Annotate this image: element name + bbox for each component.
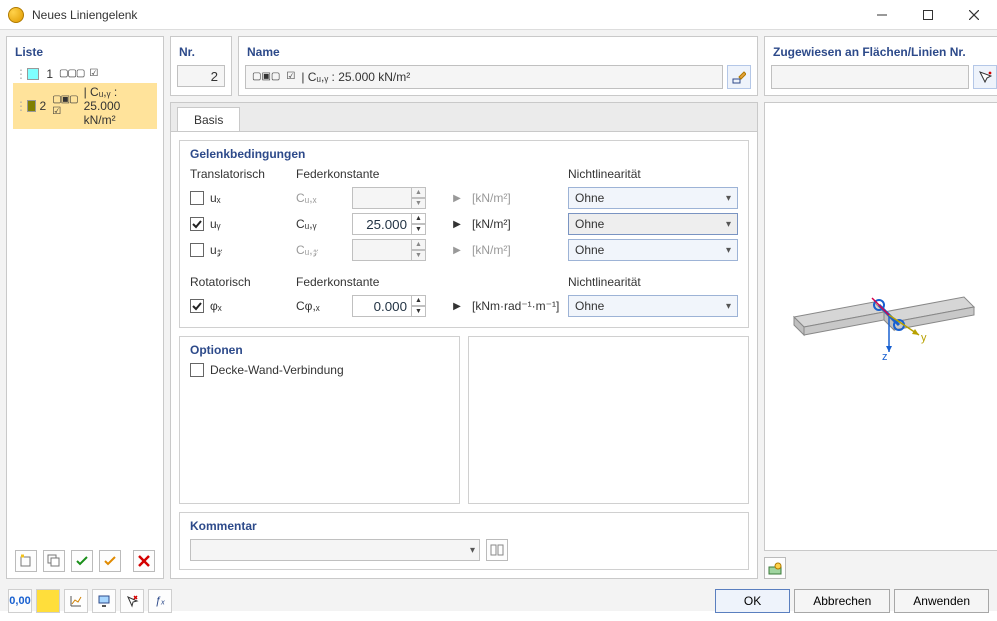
nonlin-header: Nichtlinearität (568, 167, 738, 183)
ux-nonlin-select[interactable]: Ohne▾ (568, 187, 738, 209)
delete-item-button[interactable] (133, 550, 155, 572)
window-maximize[interactable] (905, 0, 951, 30)
highlight-button[interactable] (36, 589, 60, 613)
swatch-icon (27, 100, 36, 112)
spin-up[interactable]: ▲ (412, 239, 426, 250)
list-label: Liste (13, 41, 157, 65)
app-icon (8, 7, 24, 23)
fx-button[interactable]: ƒₓ (148, 589, 172, 613)
spin-down[interactable]: ▼ (412, 250, 426, 261)
svg-text:y: y (921, 332, 927, 344)
svg-text:z: z (882, 351, 888, 363)
arrow-icon: ▶ (450, 245, 464, 256)
nr-input[interactable] (177, 65, 225, 87)
titlebar: Neues Liniengelenk (0, 0, 997, 30)
uy-checkbox[interactable] (190, 217, 204, 231)
list-items[interactable]: ⋮ 1 ▢▢▢ ☑ ⋮ 2 ▢▣▢ ☑ | Cᵤ,ᵧ : 25.000 kN/m… (13, 65, 157, 546)
comment-title: Kommentar (190, 519, 738, 533)
empty-group (468, 336, 749, 504)
tabs-container: Basis Gelenkbedingungen Translatorisch F… (170, 102, 758, 579)
uz-nonlin-select[interactable]: Ohne▾ (568, 239, 738, 261)
comment-group: Kommentar ▾ (179, 512, 749, 570)
window-minimize[interactable] (859, 0, 905, 30)
preview-settings-button[interactable] (764, 557, 786, 579)
ux-value-input[interactable] (352, 187, 412, 209)
arrow-icon[interactable]: ▶ (450, 301, 464, 312)
spin-up[interactable]: ▲ (412, 187, 426, 198)
rot-header: Rotatorisch (190, 265, 290, 291)
new-item-button[interactable] (15, 550, 37, 572)
deck-wall-checkbox[interactable] (190, 363, 204, 377)
comment-select[interactable]: ▾ (190, 539, 480, 561)
arrow-icon: ▶ (450, 193, 464, 204)
monitor-button[interactable] (92, 589, 116, 613)
list-panel: Liste ⋮ 1 ▢▢▢ ☑ ⋮ 2 ▢▣▢ ☑ | Cᵤ,ᵧ : (6, 36, 164, 579)
conditions-group: Gelenkbedingungen Translatorisch Federko… (179, 140, 749, 328)
window-title: Neues Liniengelenk (32, 8, 137, 22)
graph-button[interactable] (64, 589, 88, 613)
list-row[interactable]: ⋮ 2 ▢▣▢ ☑ | Cᵤ,ᵧ : 25.000 kN/m² (13, 83, 157, 129)
phix-nonlin-select[interactable]: Ohne▾ (568, 295, 738, 317)
check-orange-button[interactable] (99, 550, 121, 572)
spin-up[interactable]: ▲ (412, 295, 426, 306)
pick-assigned-button[interactable] (973, 65, 997, 89)
options-title: Optionen (190, 343, 449, 357)
spin-down[interactable]: ▼ (412, 224, 426, 235)
spin-down[interactable]: ▼ (412, 198, 426, 209)
preview-3d-icon: z y (784, 257, 984, 397)
remove-cursor-button[interactable] (120, 589, 144, 613)
uy-value-input[interactable] (352, 213, 412, 235)
spin-down[interactable]: ▼ (412, 306, 426, 317)
tab-basis[interactable]: Basis (177, 107, 240, 132)
ux-label: uₓ (210, 191, 221, 205)
check-green-button[interactable] (71, 550, 93, 572)
uy-nonlin-select[interactable]: Ohne▾ (568, 213, 738, 235)
ux-checkbox[interactable] (190, 191, 204, 205)
uz-value-input[interactable] (352, 239, 412, 261)
bottom-bar: 0,00 ƒₓ OK Abbrechen Anwenden (0, 585, 997, 621)
nr-label: Nr. (177, 41, 225, 65)
comment-library-button[interactable] (486, 539, 508, 561)
phix-checkbox[interactable] (190, 299, 204, 313)
spin-up[interactable]: ▲ (412, 213, 426, 224)
phix-value-input[interactable] (352, 295, 412, 317)
spring-header: Federkonstante (296, 167, 466, 183)
trans-header: Translatorisch (190, 167, 290, 183)
conditions-title: Gelenkbedingungen (190, 147, 738, 161)
preview-panel: z y (764, 102, 997, 551)
assigned-label: Zugewiesen an Flächen/Linien Nr. (771, 41, 997, 65)
arrow-icon[interactable]: ▶ (450, 219, 464, 230)
uz-label: u𝓏 (210, 243, 222, 258)
ok-button[interactable]: OK (715, 589, 790, 613)
window-close[interactable] (951, 0, 997, 30)
name-label: Name (245, 41, 751, 65)
nr-panel: Nr. (170, 36, 232, 96)
name-panel: Name ▢▣▢ ☑ | Cᵤ,ᵧ : 25.000 kN/m² (238, 36, 758, 96)
uz-checkbox[interactable] (190, 243, 204, 257)
options-group: Optionen Decke-Wand-Verbindung (179, 336, 460, 504)
copy-item-button[interactable] (43, 550, 65, 572)
assigned-panel: Zugewiesen an Flächen/Linien Nr. (764, 36, 997, 96)
cancel-button[interactable]: Abbrechen (794, 589, 890, 613)
phix-label: φₓ (210, 299, 222, 313)
name-input[interactable]: ▢▣▢ ☑ | Cᵤ,ᵧ : 25.000 kN/m² (245, 65, 723, 89)
list-row[interactable]: ⋮ 1 ▢▢▢ ☑ (13, 65, 157, 83)
uy-label: uᵧ (210, 217, 221, 231)
assigned-input[interactable] (771, 65, 969, 89)
edit-name-button[interactable] (727, 65, 751, 89)
deck-wall-label: Decke-Wand-Verbindung (210, 363, 344, 377)
units-button[interactable]: 0,00 (8, 589, 32, 613)
apply-button[interactable]: Anwenden (894, 589, 989, 613)
swatch-icon (27, 68, 39, 80)
